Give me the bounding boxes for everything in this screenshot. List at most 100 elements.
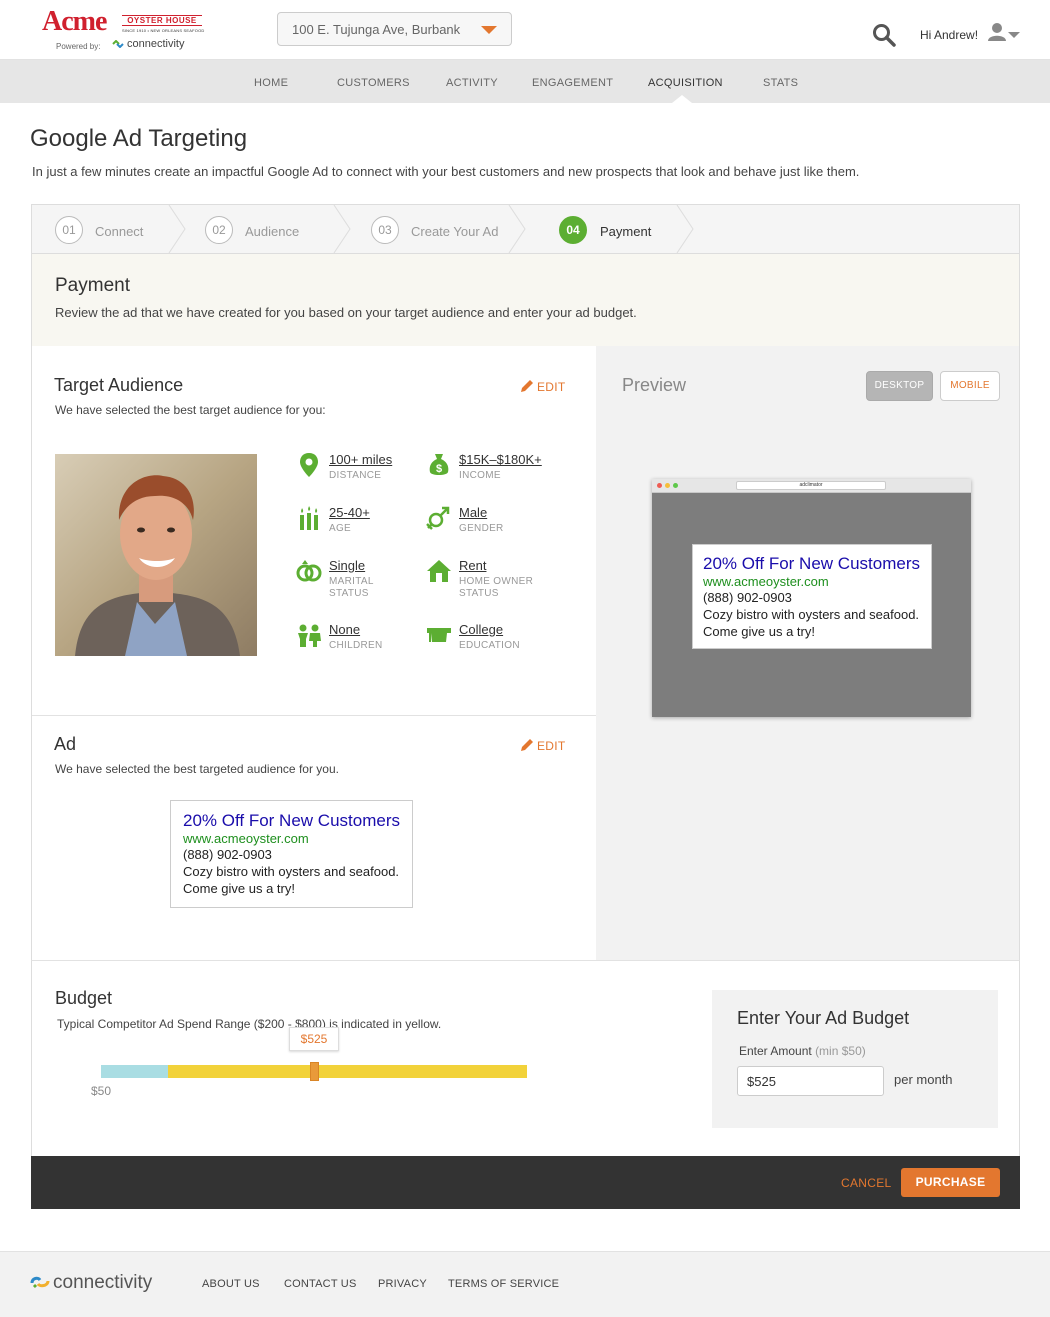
- target-audience-title: Target Audience: [54, 375, 184, 395]
- svg-text:$: $: [436, 463, 442, 475]
- nav-customers[interactable]: CUSTOMERS: [337, 77, 410, 89]
- attr-home-owner[interactable]: Rent HOME OWNER STATUS: [426, 558, 546, 608]
- nav-home[interactable]: HOME: [254, 77, 288, 89]
- footer: connectivity ABOUT US CONTACT US PRIVACY…: [0, 1251, 1050, 1317]
- user-greeting: Hi Andrew!: [920, 28, 979, 42]
- competitor-range-bar: [168, 1065, 527, 1078]
- search-icon[interactable]: [872, 23, 896, 47]
- step-audience[interactable]: 02 Audience: [187, 205, 337, 253]
- pencil-icon: [521, 380, 533, 392]
- budget-entry-box: Enter Your Ad Budget Enter Amount (min $…: [712, 990, 998, 1128]
- footer-link-terms[interactable]: TERMS OF SERVICE: [448, 1278, 559, 1290]
- attr-age[interactable]: 25-40+ AGE: [296, 505, 416, 545]
- slider-value-tooltip: $525: [289, 1027, 339, 1051]
- wizard-steps: 01 Connect 02 Audience 03 Create Your Ad…: [31, 204, 1020, 254]
- slider-min-label: $50: [91, 1084, 112, 1098]
- home-label: HOME OWNER STATUS: [459, 576, 534, 599]
- payment-title: Payment: [55, 275, 130, 296]
- target-audience-description: We have selected the best target audienc…: [55, 403, 326, 417]
- attr-education[interactable]: College EDUCATION: [426, 622, 546, 662]
- mobile-toggle-button[interactable]: MOBILE: [940, 371, 1000, 401]
- amount-min-hint: (min $50): [815, 1044, 866, 1058]
- connectivity-partner: connectivity: [112, 38, 184, 50]
- header: Acme OYSTER HOUSE SINCE 1910 • NEW ORLEA…: [0, 0, 1050, 60]
- connectivity-logo-icon: [112, 40, 124, 49]
- step-number: 02: [205, 216, 233, 244]
- step-label: Connect: [95, 224, 144, 239]
- ad-url: www.acmeoyster.com: [703, 574, 829, 589]
- nav-stats[interactable]: STATS: [763, 77, 798, 89]
- distance-label: DISTANCE: [329, 470, 382, 481]
- income-label: INCOME: [459, 470, 501, 481]
- ad-section-description: We have selected the best targeted audie…: [55, 762, 339, 776]
- page-title: Google Ad Targeting: [30, 125, 248, 152]
- attr-children[interactable]: None CHILDREN: [296, 622, 416, 662]
- edit-ad-button[interactable]: EDIT: [520, 738, 566, 753]
- cancel-button[interactable]: CANCEL: [841, 1176, 891, 1190]
- marital-value: Single: [329, 558, 366, 573]
- step-create-ad[interactable]: 03 Create Your Ad: [352, 205, 527, 253]
- footer-link-about[interactable]: ABOUT US: [202, 1278, 260, 1290]
- budget-slider[interactable]: [101, 1062, 527, 1081]
- connectivity-logo-icon: [30, 1276, 50, 1289]
- nav-engagement[interactable]: ENGAGEMENT: [532, 77, 613, 89]
- money-bag-icon: $: [429, 454, 449, 475]
- income-value: $15K–$180K+: [459, 452, 542, 467]
- edit-audience-button[interactable]: EDIT: [520, 379, 566, 394]
- footer-link-contact[interactable]: CONTACT US: [284, 1278, 357, 1290]
- purchase-button[interactable]: PURCHASE: [901, 1168, 1000, 1197]
- step-label: Audience: [245, 224, 300, 239]
- close-dot: [657, 483, 662, 488]
- distance-value: 100+ miles: [329, 452, 393, 467]
- edit-label: EDIT: [537, 739, 566, 753]
- maximize-dot: [673, 483, 678, 488]
- attr-marital-status[interactable]: Single MARITAL STATUS: [296, 558, 416, 608]
- slider-handle[interactable]: [310, 1062, 319, 1081]
- preview-panel: Preview DESKTOP MOBILE adclimator 20% Of…: [596, 346, 1020, 960]
- budget-amount-input[interactable]: [737, 1066, 884, 1096]
- attr-income[interactable]: $ $15K–$180K+ INCOME: [426, 452, 546, 492]
- logo-wordmark: Acme: [42, 6, 107, 37]
- user-menu-icon[interactable]: [986, 22, 1022, 44]
- preview-title: Preview: [622, 375, 687, 395]
- budget-entry-title: Enter Your Ad Budget: [737, 1008, 910, 1028]
- step-label: Create Your Ad: [411, 224, 499, 239]
- browser-address-bar: adclimator: [736, 481, 886, 490]
- step-number: 03: [371, 216, 399, 244]
- marital-label: MARITAL STATUS: [329, 576, 374, 599]
- main-nav: HOME CUSTOMERS ACTIVITY ENGAGEMENT ACQUI…: [0, 60, 1050, 103]
- payment-description: Review the ad that we have created for y…: [55, 305, 637, 320]
- gender-icon: [426, 506, 450, 530]
- ad-section-title: Ad: [54, 734, 77, 754]
- age-value: 25-40+: [329, 505, 370, 520]
- budget-description: Typical Competitor Ad Spend Range ($200 …: [57, 1017, 442, 1031]
- amount-label-text: Enter Amount: [739, 1044, 812, 1058]
- review-panel: Target Audience EDIT We have selected th…: [31, 346, 597, 960]
- desktop-toggle-button[interactable]: DESKTOP: [866, 371, 933, 401]
- step-separator: [333, 205, 351, 253]
- step-separator: [168, 205, 186, 253]
- section-divider: [32, 715, 597, 716]
- page-description: In just a few minutes create an impactfu…: [32, 164, 860, 179]
- chevron-down-icon: [481, 26, 497, 34]
- step-payment[interactable]: 04 Payment: [527, 205, 677, 253]
- browser-ad-card: 20% Off For New Customers www.acmeoyster…: [692, 544, 932, 649]
- children-label: CHILDREN: [329, 640, 383, 651]
- education-label: EDUCATION: [459, 640, 520, 651]
- audience-persona-photo: [55, 454, 257, 656]
- ad-body: Cozy bistro with oysters and seafood. Co…: [183, 864, 400, 896]
- step-separator: [676, 205, 694, 253]
- attr-distance[interactable]: 100+ miles DISTANCE: [296, 452, 416, 492]
- nav-acquisition[interactable]: ACQUISITION: [648, 77, 723, 89]
- step-connect[interactable]: 01 Connect: [32, 205, 182, 253]
- acme-logo[interactable]: Acme OYSTER HOUSE SINCE 1910 • NEW ORLEA…: [42, 8, 212, 54]
- attr-gender[interactable]: Male GENDER: [426, 505, 546, 545]
- nav-activity[interactable]: ACTIVITY: [446, 77, 498, 89]
- location-select[interactable]: 100 E. Tujunga Ave, Burbank: [277, 12, 512, 46]
- ad-headline: 20% Off For New Customers: [183, 811, 400, 830]
- footer-link-privacy[interactable]: PRIVACY: [378, 1278, 427, 1290]
- connectivity-footer-logo[interactable]: connectivity: [30, 1272, 152, 1294]
- step-number: 01: [55, 216, 83, 244]
- ad-phone: (888) 902-0903: [703, 590, 792, 605]
- house-icon: [427, 560, 451, 582]
